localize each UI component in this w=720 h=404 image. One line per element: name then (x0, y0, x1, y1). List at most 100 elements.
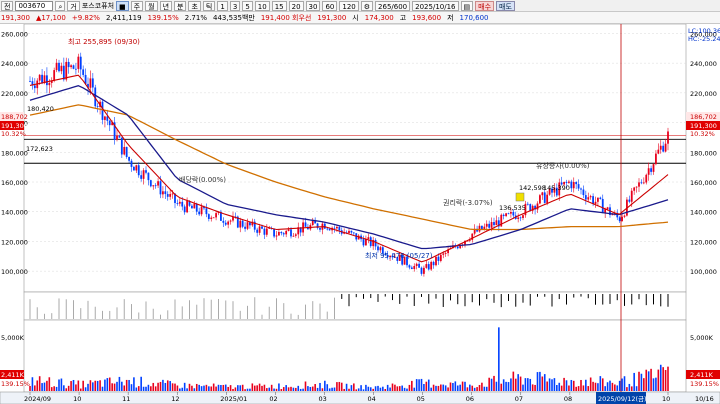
volume-bar (502, 379, 505, 391)
interval-3[interactable]: 3 (229, 0, 241, 11)
volume-bar (316, 387, 319, 391)
volume-bar (232, 388, 234, 391)
indicator-bar (609, 294, 611, 304)
volume-bar (488, 377, 490, 391)
volume-bar (505, 381, 507, 391)
left-hline1-label: 188,702 (1, 113, 28, 121)
date-axis-right-label: 10/16 (695, 395, 714, 403)
indicator-bar (442, 294, 444, 307)
search-icon[interactable]: ⌕ (55, 0, 66, 11)
period-minute[interactable]: 분 (174, 0, 187, 11)
indicator-bar (261, 314, 263, 319)
range-field[interactable]: 265/600 (375, 0, 411, 11)
candle-body (207, 214, 210, 219)
volume-bar (577, 386, 580, 391)
candle-body (352, 232, 355, 234)
indicator-bar (653, 294, 654, 305)
price-panel (23, 24, 687, 293)
volume-bar (369, 387, 372, 391)
calendar-icon[interactable]: ▤ (460, 0, 474, 11)
candle-body (169, 194, 172, 197)
candle-body (249, 222, 251, 226)
event-marker[interactable] (515, 192, 525, 202)
interval-15[interactable]: 15 (271, 0, 287, 11)
toolbar-quote-bar: 전 003670 ⌕ 거 포스코퓨처 ■ 주 월 년 분 초 틱 1 3 5 1… (0, 0, 720, 12)
candle-body (333, 227, 336, 229)
volume-bar (87, 383, 89, 391)
indicator-bar (189, 300, 190, 319)
stock-chart[interactable]: 260,000240,000220,000200,000180,000160,0… (0, 24, 720, 404)
volume-bar (471, 385, 474, 391)
indicator-bar (239, 310, 241, 319)
chart-type-icon[interactable]: ■ (116, 0, 129, 11)
indicator-bar (399, 294, 401, 304)
candle-body (273, 228, 275, 237)
indicator-bar (645, 294, 647, 306)
candle-body (265, 228, 268, 235)
interval-5[interactable]: 5 (242, 0, 253, 11)
volume-bar (425, 381, 428, 391)
candle-body (664, 143, 667, 152)
buy-button[interactable]: 매수 (475, 0, 495, 11)
interval-20[interactable]: 20 (288, 0, 304, 11)
volume-bar (377, 385, 379, 391)
volume-bar (367, 386, 370, 391)
market-toggle-button[interactable]: 전 (1, 0, 14, 11)
volume-bar (244, 389, 246, 391)
volume-bar (546, 381, 548, 391)
volume-bar (379, 387, 382, 391)
volume-bar (203, 385, 205, 391)
volume-bar (386, 384, 389, 391)
candle-body (505, 213, 507, 217)
candle-body (630, 190, 633, 202)
period-second[interactable]: 초 (188, 0, 201, 11)
candle-body (415, 263, 418, 266)
volume-bar (548, 378, 551, 391)
candle-body (645, 174, 648, 183)
indicator-bar (174, 299, 176, 319)
volume-bar (295, 387, 297, 391)
period-month[interactable]: 월 (145, 0, 158, 11)
volume-bar (640, 373, 643, 391)
volume-bar (628, 383, 631, 391)
volume-bar (435, 385, 437, 391)
turnover: 2.71% (184, 13, 207, 22)
price-change-value: 17,100 (41, 13, 66, 22)
interval-60[interactable]: 60 (322, 0, 338, 11)
period-tick[interactable]: 틱 (202, 0, 216, 11)
interval-30[interactable]: 30 (305, 0, 321, 11)
interval-120[interactable]: 120 (339, 0, 359, 11)
candle-body (435, 256, 437, 266)
candle-body (275, 235, 278, 237)
candle-body (323, 223, 326, 229)
volume-bar (527, 378, 529, 391)
volume-bar (394, 384, 396, 391)
indicator-bar (500, 294, 502, 308)
candle-body (444, 253, 447, 254)
volume-bar (99, 380, 101, 391)
indicator-bar (268, 306, 270, 319)
volume-bar (266, 388, 268, 391)
sell-button[interactable]: 매도 (496, 0, 515, 11)
interval-1[interactable]: 1 (217, 0, 228, 11)
volume-bar (418, 379, 420, 391)
volume-bar (539, 371, 541, 391)
volume-bar (350, 385, 353, 391)
interval-10[interactable]: 10 (254, 0, 270, 11)
period-year[interactable]: 년 (159, 0, 173, 11)
volume-bar (604, 386, 606, 391)
period-week[interactable]: 주 (130, 0, 144, 11)
volume-bar (118, 376, 121, 391)
candle-body (655, 153, 657, 165)
name-prefix-button[interactable]: 거 (67, 0, 80, 11)
volume-bar (249, 388, 251, 391)
date-label: 04 (368, 395, 376, 403)
date-field[interactable]: 2025/10/16 (412, 0, 459, 11)
candle-body (135, 165, 138, 171)
candle-body (159, 181, 162, 195)
gear-icon[interactable]: ⚙ (360, 0, 374, 11)
volume-bar (186, 388, 188, 391)
stock-code-input[interactable]: 003670 (15, 0, 54, 11)
indicator-bar (116, 307, 118, 319)
volume-bar (662, 367, 664, 391)
